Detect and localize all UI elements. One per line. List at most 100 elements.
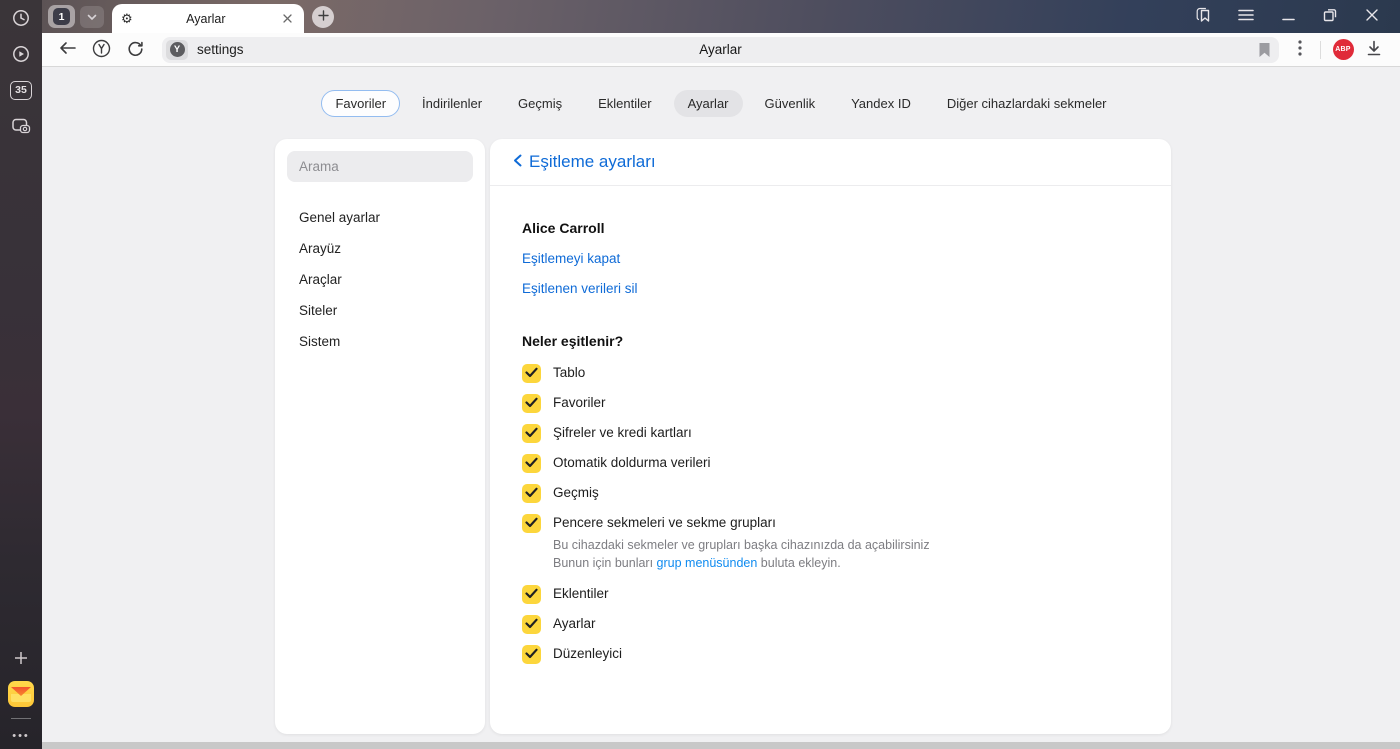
yandex-favicon-letter: Y xyxy=(169,42,185,57)
settings-menu-item[interactable]: Arayüz xyxy=(287,233,473,264)
settings-menu-item[interactable]: Sistem xyxy=(287,326,473,357)
checkbox-label[interactable]: Düzenleyici xyxy=(553,646,622,661)
settings-nav-tab[interactable]: Diğer cihazlardaki sekmeler xyxy=(933,90,1121,117)
tab-group-chip[interactable]: 1 xyxy=(48,5,75,28)
settings-nav-tab[interactable]: Geçmiş xyxy=(504,90,576,117)
back-button[interactable] xyxy=(50,36,84,64)
close-window-button[interactable] xyxy=(1358,4,1386,30)
checkbox-description: Bu cihazdaki sekmeler ve grupları başka … xyxy=(553,536,930,572)
sync-page-title: Eşitleme ayarları xyxy=(529,152,656,171)
settings-nav-tab[interactable]: Ayarlar xyxy=(673,90,743,117)
check-icon xyxy=(525,486,538,501)
yandex-mail-button[interactable] xyxy=(0,676,42,712)
tab-group-chevron-button[interactable] xyxy=(80,5,104,28)
rail-divider xyxy=(11,718,31,719)
abp-badge: ABP xyxy=(1332,39,1354,60)
settings-nav-tab[interactable]: İndirilenler xyxy=(408,90,496,117)
checkbox-checked[interactable] xyxy=(522,614,541,634)
sync-action-link[interactable]: Eşitlenen verileri sil xyxy=(522,281,1139,296)
check-icon xyxy=(525,617,538,632)
chevron-down-icon xyxy=(87,9,97,24)
toolbar-more-button[interactable] xyxy=(1287,36,1313,64)
yandex-services-button[interactable] xyxy=(84,36,118,64)
all-tabs-button[interactable]: 35 xyxy=(0,72,42,108)
sync-checkbox-row: Otomatik doldurma verileri xyxy=(522,448,1139,478)
checkbox-checked[interactable] xyxy=(522,644,541,664)
checkbox-label[interactable]: Favoriler xyxy=(553,395,606,410)
screenshot-camera-icon xyxy=(10,115,32,137)
sync-action-links: Eşitlemeyi kapat Eşitlenen verileri sil xyxy=(522,251,1139,296)
sync-checkbox-row: Düzenleyici xyxy=(522,639,1139,669)
downloads-button[interactable] xyxy=(1358,36,1390,64)
checkbox-label[interactable]: Geçmiş xyxy=(553,485,599,500)
settings-menu-item[interactable]: Genel ayarlar xyxy=(287,202,473,233)
settings-nav-tab[interactable]: Favoriler xyxy=(321,90,401,117)
sync-checkbox-row: Geçmiş xyxy=(522,478,1139,508)
settings-content: Genel ayarlar Arayüz Araçlar Siteler Sis… xyxy=(275,139,1400,734)
sync-checkbox-row: Pencere sekmeleri ve sekme grupları Bu c… xyxy=(522,508,1139,579)
side-panels-button[interactable] xyxy=(1190,4,1218,30)
sync-back-button[interactable] xyxy=(506,151,528,173)
hamburger-menu-icon xyxy=(1238,9,1254,24)
checkbox-label[interactable]: Otomatik doldurma verileri xyxy=(553,455,711,470)
history-button[interactable] xyxy=(0,0,42,36)
sync-checkbox-list: Tablo Favoriler Şifreler ve kredi kartla… xyxy=(522,358,1139,669)
browser-menu-button[interactable] xyxy=(1232,4,1260,30)
sync-checkbox-row: Tablo xyxy=(522,358,1139,388)
checkbox-label[interactable]: Şifreler ve kredi kartları xyxy=(553,425,692,440)
add-panel-button[interactable] xyxy=(0,640,42,676)
tab-close-icon[interactable] xyxy=(279,11,295,27)
address-url-text: settings xyxy=(197,42,244,57)
settings-sidebar-card: Genel ayarlar Arayüz Araçlar Siteler Sis… xyxy=(275,139,485,734)
site-favicon[interactable]: Y xyxy=(166,39,188,60)
checkbox-label[interactable]: Tablo xyxy=(553,365,585,380)
settings-menu-item[interactable]: Araçlar xyxy=(287,264,473,295)
check-icon xyxy=(525,456,538,471)
check-icon xyxy=(525,516,538,531)
group-menu-link[interactable]: grup menüsünden xyxy=(657,556,758,570)
sync-section-title: Neler eşitlenir? xyxy=(522,333,624,349)
sync-checkbox-row: Şifreler ve kredi kartları xyxy=(522,418,1139,448)
settings-nav-tab[interactable]: Güvenlik xyxy=(751,90,830,117)
settings-menu-item[interactable]: Siteler xyxy=(287,295,473,326)
browser-window: 35 ••• 1 ⚙ Ayarlar Y settings Ayarlar AB… xyxy=(0,0,1400,749)
checkbox-label[interactable]: Pencere sekmeleri ve sekme grupları xyxy=(553,515,776,530)
checkbox-label[interactable]: Eklentiler xyxy=(553,586,609,601)
minimize-button[interactable] xyxy=(1274,4,1302,30)
checkbox-checked[interactable] xyxy=(522,363,541,383)
rail-more-button[interactable]: ••• xyxy=(0,723,42,749)
settings-nav-tab[interactable]: Eklentiler xyxy=(584,90,665,117)
screenshot-button[interactable] xyxy=(0,108,42,144)
active-tab[interactable]: ⚙ Ayarlar xyxy=(112,4,304,33)
tab-count-badge: 35 xyxy=(10,80,32,100)
toolbar-separator xyxy=(1320,40,1321,59)
checkbox-checked[interactable] xyxy=(522,483,541,503)
checkbox-checked[interactable] xyxy=(522,393,541,413)
minimize-icon xyxy=(1281,9,1295,24)
kebab-menu-icon xyxy=(1298,40,1302,59)
address-bar[interactable]: Y settings Ayarlar xyxy=(162,36,1279,63)
settings-search-input[interactable] xyxy=(287,151,473,182)
tab-group-count: 1 xyxy=(53,8,70,25)
check-icon xyxy=(525,426,538,441)
clock-icon xyxy=(11,8,31,28)
navigation-toolbar: Y settings Ayarlar ABP xyxy=(42,33,1400,67)
reload-button[interactable] xyxy=(118,36,152,64)
new-tab-button[interactable] xyxy=(312,5,334,28)
checkbox-label[interactable]: Ayarlar xyxy=(553,616,596,631)
checkbox-checked[interactable] xyxy=(522,513,541,533)
description-line2-prefix: Bunun için bunları xyxy=(553,556,657,570)
restore-button[interactable] xyxy=(1316,4,1344,30)
sync-action-link[interactable]: Eşitlemeyi kapat xyxy=(522,251,1139,266)
checkbox-checked[interactable] xyxy=(522,453,541,473)
close-icon xyxy=(1366,9,1378,24)
settings-nav-tab[interactable]: Yandex ID xyxy=(837,90,925,117)
play-icon xyxy=(11,44,31,64)
adblock-extension-button[interactable]: ABP xyxy=(1328,36,1358,64)
checkbox-checked[interactable] xyxy=(522,423,541,443)
video-player-button[interactable] xyxy=(0,36,42,72)
address-page-title: Ayarlar xyxy=(699,42,742,57)
bookmark-flag-icon[interactable] xyxy=(1258,42,1271,58)
checkbox-checked[interactable] xyxy=(522,584,541,604)
check-icon xyxy=(525,366,538,381)
